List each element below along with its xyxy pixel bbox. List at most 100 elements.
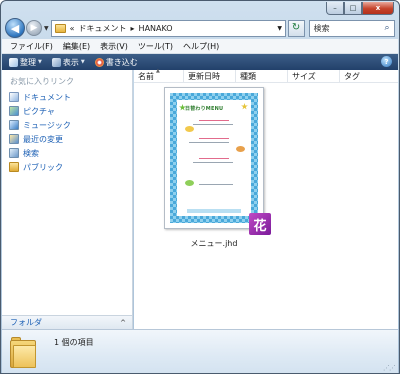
column-label: タグ (344, 71, 360, 81)
menu-edit[interactable]: 編集(E) (63, 41, 90, 52)
star-icon (241, 103, 248, 110)
menu-view[interactable]: 表示(V) (100, 41, 128, 52)
favorite-label: ドキュメント (23, 92, 71, 102)
recent-changes-icon (9, 134, 19, 144)
favorite-label: 最近の変更 (23, 134, 63, 144)
navigation-pane: お気に入りリンク ドキュメント ピクチャ ミュージック 最近の変更 検索 パブリ… (2, 70, 133, 329)
thumbnail-footer (187, 209, 241, 213)
address-bar[interactable]: « ドキュメント ▸ HANAKO ▼ (50, 19, 286, 37)
address-row: ◀ ▶ ▼ « ドキュメント ▸ HANAKO ▼ ↻ 検索 ⌕ (5, 17, 395, 39)
burn-button[interactable]: 書き込む (92, 57, 141, 68)
views-icon (51, 57, 61, 67)
favorite-label: パブリック (23, 162, 63, 172)
dish-icon (236, 146, 245, 152)
chevron-up-icon: ^ (120, 318, 126, 327)
refresh-icon: ↻ (291, 22, 301, 33)
favorite-label: ピクチャ (23, 106, 55, 116)
folders-label: フォルダ (10, 318, 42, 327)
favorite-search[interactable]: 検索 (9, 146, 71, 160)
burn-label: 書き込む (105, 57, 138, 67)
details-pane: 1 個の項目 ⋰⋰ (2, 329, 398, 373)
dish-icon (185, 126, 194, 132)
favorite-music[interactable]: ミュージック (9, 118, 71, 132)
breadcrumb-documents[interactable]: ドキュメント (79, 23, 127, 34)
views-label: 表示 (62, 57, 79, 67)
resize-grip-icon[interactable]: ⋰⋰ (383, 364, 396, 372)
window-controls: – □ x (326, 2, 394, 15)
thumbnail-page: 日替わりMENU (177, 100, 251, 216)
favorites-list: ドキュメント ピクチャ ミュージック 最近の変更 検索 パブリック (9, 90, 71, 174)
breadcrumb-separator[interactable]: ▸ (131, 24, 135, 33)
favorite-recent[interactable]: 最近の変更 (9, 132, 71, 146)
column-headers: 名前 ▲ 更新日時 種類 サイズ タグ (134, 68, 398, 83)
dish-icon (185, 180, 194, 186)
pictures-icon (9, 106, 19, 116)
forward-button[interactable]: ▶ (26, 20, 42, 36)
favorite-public[interactable]: パブリック (9, 160, 71, 174)
command-bar: 整理 ▼ 表示 ▼ 書き込む ? (2, 54, 398, 70)
menu-bar: ファイル(F) 編集(E) 表示(V) ツール(T) ヘルプ(H) (2, 39, 398, 54)
music-icon (9, 120, 19, 130)
minimize-button[interactable]: – (326, 2, 344, 15)
organize-icon (9, 57, 18, 67)
search-input[interactable]: 検索 ⌕ (308, 19, 395, 37)
column-tags[interactable]: タグ (340, 70, 392, 82)
close-button[interactable]: x (362, 2, 394, 15)
thumbnail-title: 日替わりMENU (185, 106, 224, 112)
thumbnail-text-line (199, 120, 229, 121)
views-button[interactable]: 表示 ▼ (49, 57, 88, 68)
search-icon[interactable]: ⌕ (380, 23, 394, 33)
column-label: 種類 (240, 71, 256, 81)
hanako-app-icon: 花 (249, 213, 271, 235)
column-label: 名前 (138, 71, 154, 81)
organize-label: 整理 (20, 57, 36, 67)
forward-arrow-icon: ▶ (30, 23, 38, 33)
column-size[interactable]: サイズ (288, 70, 340, 82)
refresh-button[interactable]: ↻ (287, 19, 305, 37)
back-button[interactable]: ◀ (5, 18, 25, 38)
item-count: 1 個の項目 (54, 338, 94, 347)
folders-toggle[interactable]: フォルダ ^ (2, 315, 132, 329)
thumbnail-text-line (193, 162, 233, 163)
thumbnail-text-line (189, 142, 229, 143)
chevron-down-icon: ▼ (80, 59, 85, 65)
search-placeholder: 検索 (313, 23, 330, 33)
favorites-title: お気に入りリンク (10, 77, 74, 86)
column-name[interactable]: 名前 ▲ (134, 68, 184, 82)
back-arrow-icon: ◀ (10, 21, 20, 35)
help-icon[interactable]: ? (381, 56, 392, 67)
favorite-pictures[interactable]: ピクチャ (9, 104, 71, 118)
column-type[interactable]: 種類 (236, 70, 288, 82)
thumbnail-text-line (199, 184, 233, 185)
menu-tools[interactable]: ツール(T) (138, 41, 173, 52)
file-name[interactable]: メニュー.jhd (164, 238, 264, 249)
column-label: サイズ (292, 71, 316, 81)
public-folder-icon (9, 162, 19, 172)
address-prefix: « (69, 23, 75, 33)
menu-help[interactable]: ヘルプ(H) (183, 41, 219, 52)
menu-file[interactable]: ファイル(F) (10, 41, 53, 52)
burn-disc-icon (94, 57, 104, 67)
recent-pages-dropdown[interactable]: ▼ (44, 25, 49, 32)
folder-icon (54, 23, 66, 33)
file-list: 名前 ▲ 更新日時 種類 サイズ タグ 日替わりMENU 花 メニュー.jhd (134, 68, 398, 329)
column-label: 更新日時 (188, 71, 220, 81)
explorer-window: – □ x ◀ ▶ ▼ « ドキュメント ▸ HANAKO ▼ ↻ 検索 ⌕ フ… (0, 0, 400, 374)
sort-arrow-icon: ▲ (156, 68, 160, 74)
thumbnail-text-line (193, 124, 233, 125)
search-folder-icon (9, 148, 19, 158)
organize-button[interactable]: 整理 ▼ (6, 57, 45, 68)
chevron-down-icon: ▼ (38, 59, 42, 65)
folder-icon (10, 336, 36, 368)
documents-icon (9, 92, 19, 102)
breadcrumb-hanako[interactable]: HANAKO (139, 24, 173, 33)
favorite-label: 検索 (23, 148, 39, 158)
thumbnail-text-line (199, 158, 229, 159)
thumbnail-border-pattern: 日替わりMENU (170, 93, 258, 223)
column-modified[interactable]: 更新日時 (184, 70, 236, 82)
chevron-down-icon[interactable]: ▼ (275, 25, 285, 32)
file-thumbnail[interactable]: 日替わりMENU 花 (164, 87, 271, 235)
maximize-button[interactable]: □ (344, 2, 362, 15)
file-item[interactable]: 日替わりMENU 花 メニュー.jhd (164, 87, 271, 249)
favorite-documents[interactable]: ドキュメント (9, 90, 71, 104)
